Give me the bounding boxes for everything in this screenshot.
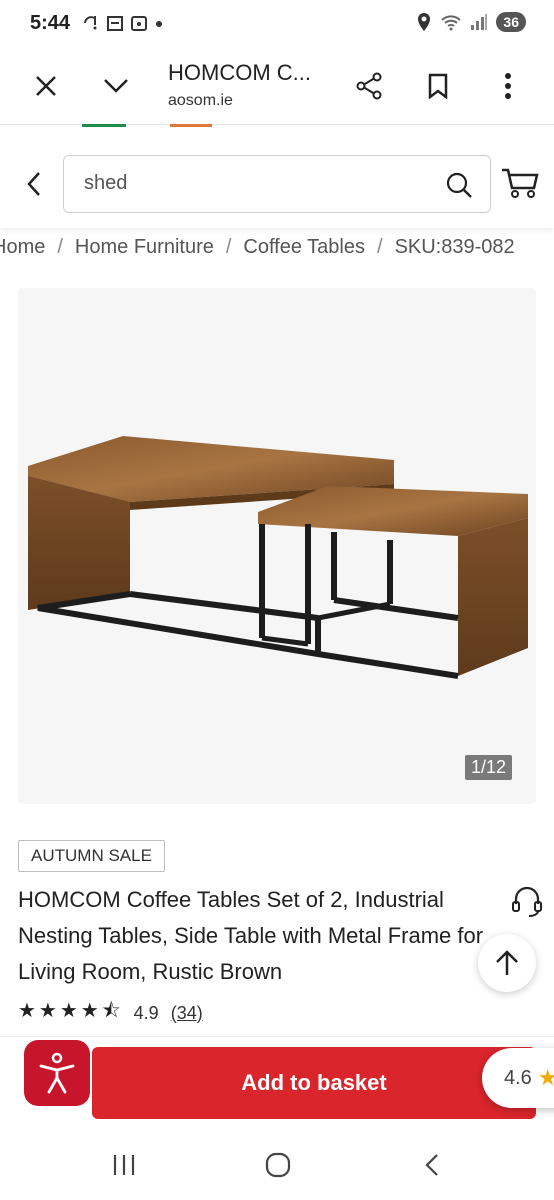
image-counter: 1/12 <box>464 755 512 780</box>
status-time: 5:44 <box>30 12 71 34</box>
notification-icons <box>82 14 164 32</box>
search-icon[interactable] <box>444 170 474 200</box>
close-tab-button[interactable] <box>24 64 68 108</box>
location-icon <box>418 13 431 31</box>
product-title: HOMCOM Coffee Tables Set of 2, Industria… <box>18 887 484 984</box>
share-button[interactable] <box>347 64 391 108</box>
breadcrumb-home-furniture[interactable]: Home Furniture <box>75 236 214 259</box>
wifi-icon <box>441 15 462 31</box>
back-icon <box>425 1154 438 1176</box>
battery-badge: 36 <box>496 12 526 32</box>
breadcrumb-separator: / <box>377 236 383 258</box>
support-button[interactable] <box>510 884 546 918</box>
cart-icon <box>502 168 539 198</box>
chevron-left-icon <box>27 172 40 196</box>
breadcrumb: Home / Home Furniture / Coffee Tables / … <box>0 236 554 266</box>
browser-toolbar: HOMCOM C... aosom.ie <box>0 50 554 125</box>
scroll-to-top-button[interactable] <box>478 934 536 992</box>
add-to-basket-button[interactable]: Add to basket <box>92 1047 536 1119</box>
product-photo <box>28 436 528 679</box>
rating-value: 4.9 <box>133 1002 159 1023</box>
review-score-widget[interactable]: 4.6 ★ <box>482 1048 554 1108</box>
page-url: aosom.ie <box>168 92 233 109</box>
share-icon <box>356 72 382 100</box>
product-image-gallery[interactable]: 1/12 <box>18 288 536 804</box>
site-accent-green <box>82 124 126 127</box>
dot-icon <box>156 21 162 27</box>
review-count-link[interactable]: (34) <box>171 1003 203 1024</box>
rating-row: ★★★★⯪ 4.9 (34) <box>18 1000 203 1026</box>
calendar-icon <box>107 16 123 31</box>
page-title: HOMCOM C... <box>168 60 311 85</box>
sale-badge: AUTUMN SALE <box>18 840 165 872</box>
recent-apps-icon <box>113 1155 135 1175</box>
home-icon <box>265 1152 291 1178</box>
headset-icon <box>512 886 542 917</box>
minimize-button[interactable] <box>94 64 138 108</box>
accessibility-button[interactable] <box>24 1040 90 1106</box>
alert-icon <box>84 16 97 30</box>
cart-button[interactable] <box>500 166 544 206</box>
arrow-up-icon <box>496 950 518 975</box>
accessibility-icon <box>39 1052 75 1094</box>
breadcrumb-separator: / <box>57 236 63 258</box>
breadcrumb-coffee-tables[interactable]: Coffee Tables <box>243 236 365 259</box>
review-score: 4.6 <box>504 1066 532 1089</box>
bookmark-button[interactable] <box>416 64 460 108</box>
more-vertical-icon <box>505 73 511 99</box>
search-header <box>0 128 554 228</box>
close-icon <box>36 76 56 96</box>
breadcrumb-sku: SKU:839-082 <box>394 236 515 258</box>
search-box[interactable] <box>63 155 491 213</box>
site-accent-orange <box>170 124 212 127</box>
search-input[interactable] <box>84 172 424 195</box>
calendar-alt-icon <box>131 16 147 31</box>
system-icons: 36 <box>416 12 526 32</box>
back-button[interactable] <box>14 164 54 204</box>
back-nav-button[interactable] <box>412 1148 452 1182</box>
breadcrumb-home[interactable]: Home <box>0 236 45 259</box>
signal-icon <box>471 14 488 30</box>
home-button[interactable] <box>258 1148 298 1182</box>
breadcrumb-separator: / <box>225 236 232 258</box>
star-icon: ★ <box>537 1065 554 1090</box>
rating-stars: ★★★★⯪ <box>18 1000 124 1022</box>
more-options-button[interactable] <box>486 64 530 108</box>
recent-apps-button[interactable] <box>104 1148 144 1182</box>
chevron-down-icon <box>104 79 128 93</box>
bookmark-icon <box>428 73 448 99</box>
system-nav-bar <box>0 1130 554 1200</box>
status-bar: 5:44 36 <box>0 0 554 50</box>
